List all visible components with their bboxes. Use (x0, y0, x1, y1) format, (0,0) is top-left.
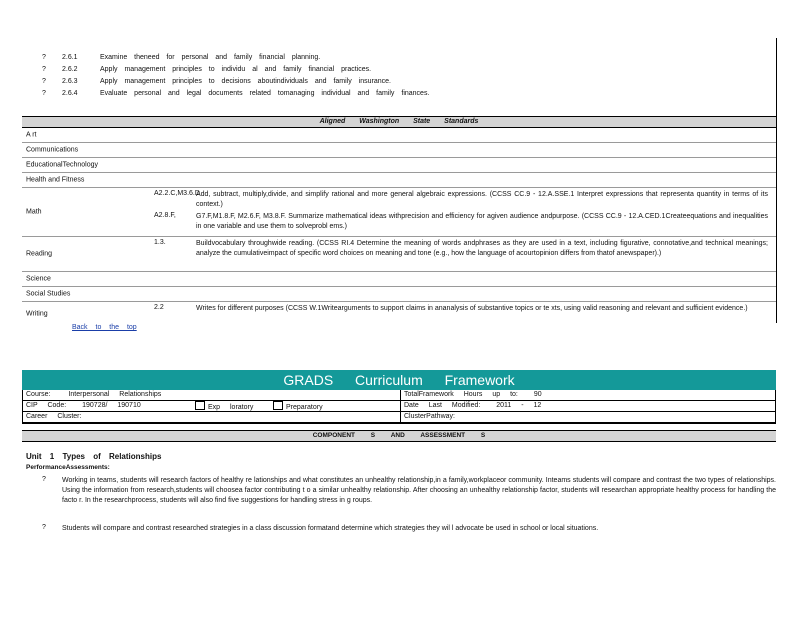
subject-label: EducationalTechnology (26, 161, 98, 169)
hours-value: 90 (533, 391, 542, 398)
bullet-marker: ? (42, 78, 46, 85)
unit-title: Unit 1 Types of Relationships (26, 452, 162, 461)
subject-label: Social Studies (26, 290, 71, 298)
cluster-pathway-label: ClusterPathway: (404, 413, 455, 420)
objective-number: 2.6.2 (62, 66, 78, 73)
table-row: Writing 2.2 Writes for different purpose… (22, 302, 776, 326)
hours-label: TotalFramework Hours up to: (404, 391, 518, 398)
bullet-marker: ? (42, 476, 46, 483)
subject-label: Reading (26, 250, 53, 258)
table-row: Reading 1.3. Buildvocabulary throughwide… (22, 237, 776, 272)
list-item: ? 2.6.2 Apply management principles to i… (40, 64, 760, 76)
table-row: Communications (22, 143, 776, 158)
objective-number: 2.6.3 (62, 78, 78, 85)
hours-cell: TotalFramework Hours up to: 90 (401, 390, 775, 400)
bullet-marker: ? (42, 524, 46, 531)
subject-label: Writing (26, 310, 48, 318)
subject-label: Health and Fitness (26, 176, 85, 184)
cip-cell: CIP Code: 190728/ 190710 Exp loratory Pr… (23, 401, 401, 411)
info-row: Course: Interpersonal Relationships Tota… (23, 390, 775, 401)
info-row: Career Cluster: ClusterPathway: (23, 412, 775, 423)
list-item: ? 2.6.4 Evaluate personal and legal docu… (40, 88, 760, 100)
objective-text: Evaluate personal and legal documents re… (100, 90, 430, 97)
exploratory-checkbox[interactable] (195, 401, 205, 410)
standards-table: Aligned Washington State Standards A rt … (22, 116, 776, 326)
back-to-top-link[interactable]: Back to the top (72, 324, 137, 331)
exploratory-option[interactable]: Exp loratory (195, 401, 253, 411)
date-label: Date Last Modified: (404, 402, 481, 409)
framework-info-grid: Course: Interpersonal Relationships Tota… (22, 390, 776, 424)
course-value: Interpersonal Relationships (68, 391, 162, 398)
career-cell: Career Cluster: (23, 412, 401, 422)
standards-heading: Aligned Washington State Standards (22, 116, 776, 128)
subject-label: Science (26, 275, 51, 283)
table-row: Math A2.2.C,M3.6.D Add, subtract, multip… (22, 188, 776, 237)
course-cell: Course: Interpersonal Relationships (23, 390, 401, 400)
info-row: CIP Code: 190728/ 190710 Exp loratory Pr… (23, 401, 775, 412)
career-cluster-label: Career Cluster: (26, 413, 82, 420)
preparatory-checkbox[interactable] (273, 401, 283, 410)
table-row: Health and Fitness (22, 173, 776, 188)
date-value: 2011 - 12 (496, 402, 542, 409)
standard-code: A2.2.C,M3.6.D (154, 190, 200, 197)
bullet-marker: ? (42, 54, 46, 61)
standard-code: A2.8.F, (154, 212, 176, 219)
objective-text: Apply management principles to decisions… (100, 78, 391, 85)
course-label: Course: (26, 391, 51, 398)
assessment-text: Students will compare and contrast resea… (62, 525, 599, 532)
standard-text: Add, subtract, multiply,divide, and simp… (196, 191, 768, 208)
objective-number: 2.6.1 (62, 54, 78, 61)
assessment-text: Working in teams, students will research… (62, 477, 776, 504)
exploratory-label: Exp loratory (208, 404, 254, 411)
date-cell: Date Last Modified: 2011 - 12 (401, 401, 775, 411)
preparatory-label: Preparatory (286, 404, 323, 411)
pathway-cell: ClusterPathway: (401, 412, 775, 422)
table-row: A rt (22, 128, 776, 143)
framework-banner: GRADS Curriculum Framework (22, 370, 776, 390)
grads-framework: GRADS Curriculum Framework Course: Inter… (22, 370, 776, 442)
objective-text: Apply management principles to individu … (100, 66, 372, 73)
standard-code: 1.3. (154, 239, 166, 246)
bullet-marker: ? (42, 90, 46, 97)
performance-assessments-label: PerformanceAssessments: (26, 464, 110, 471)
objective-number: 2.6.4 (62, 90, 78, 97)
standard-text: G7.F,M1.8.F, M2.6.F, M3.8.F. Summarize m… (196, 213, 768, 230)
bullet-marker: ? (42, 66, 46, 73)
table-row: Social Studies (22, 287, 776, 302)
preparatory-option[interactable]: Preparatory (273, 401, 323, 411)
cip-value: 190728/ 190710 (82, 402, 141, 409)
objective-list: ? 2.6.1 Examine theneed for personal and… (40, 52, 760, 100)
subject-label: Math (26, 208, 42, 216)
standard-text: Writes for different purposes (CCSS W.1W… (196, 305, 748, 312)
list-item: ? 2.6.3 Apply management principles to d… (40, 76, 760, 88)
page-right-rule (776, 38, 777, 323)
standard-code: 2.2 (154, 304, 164, 311)
list-item: ? 2.6.1 Examine theneed for personal and… (40, 52, 760, 64)
standard-text: Buildvocabulary throughwide reading. (CC… (196, 240, 768, 257)
table-row: EducationalTechnology (22, 158, 776, 173)
table-row: Science (22, 272, 776, 287)
components-heading: COMPONENT S AND ASSESSMENT S (22, 430, 776, 442)
cip-label: CIP Code: (26, 402, 67, 409)
subject-label: A rt (26, 131, 37, 139)
objective-text: Examine theneed for personal and family … (100, 54, 321, 61)
subject-label: Communications (26, 146, 79, 154)
